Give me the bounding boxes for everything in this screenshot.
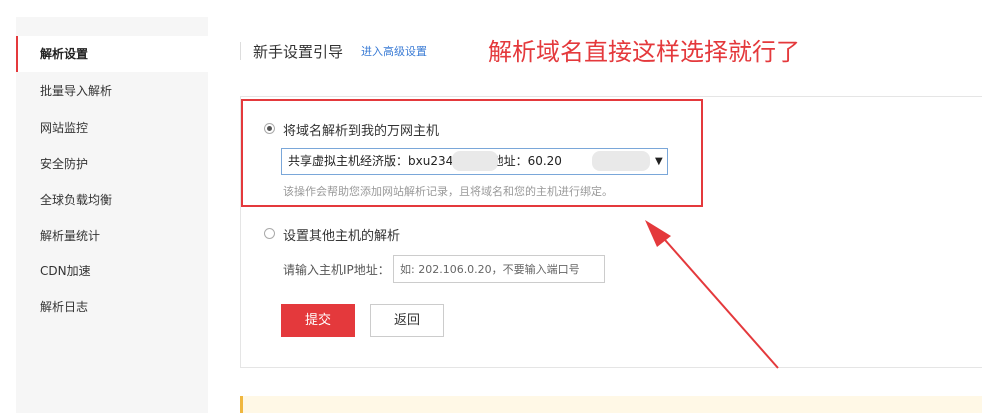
annotation-arrow-shaft [657,231,779,369]
annotation-arrow-icon [645,220,779,369]
